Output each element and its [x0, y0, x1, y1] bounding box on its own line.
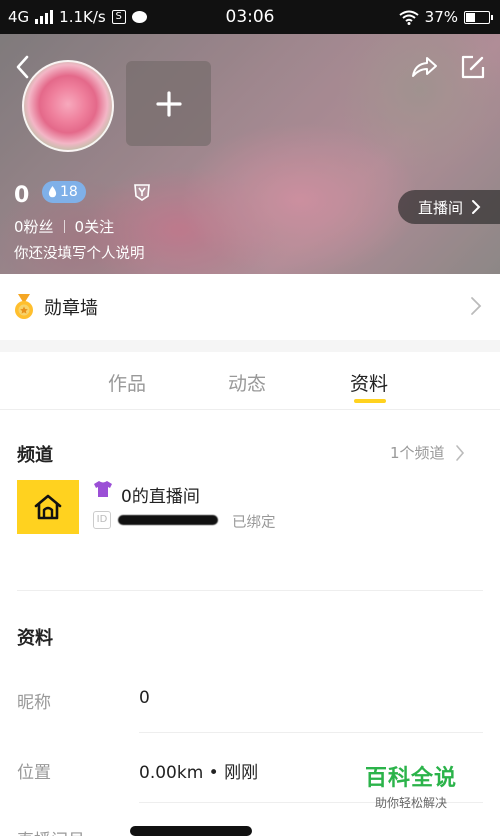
- live-room-label: 直播间: [418, 198, 464, 217]
- username: 0: [14, 183, 30, 208]
- add-photo-button[interactable]: [126, 61, 211, 146]
- watermark-main: 百科全说: [364, 766, 457, 791]
- watermark-sub: 助你轻松解决: [374, 796, 447, 810]
- chevron-right-icon: [472, 200, 481, 214]
- bio-text[interactable]: 你还没填写个人说明: [14, 242, 145, 263]
- share-icon[interactable]: [410, 54, 438, 80]
- follow-stats: 0粉丝 0关注: [14, 216, 114, 237]
- fans-count[interactable]: 0粉丝: [14, 216, 54, 237]
- level-badge: 18: [42, 181, 86, 203]
- wifi-icon: [399, 10, 419, 25]
- edit-icon[interactable]: [460, 54, 486, 80]
- status-bar: 4G 1.1K/s S 03:06 37%: [0, 0, 500, 34]
- level-value: 18: [60, 184, 78, 200]
- battery-percent: 37%: [424, 8, 458, 26]
- plus-icon: [155, 90, 182, 117]
- following-count[interactable]: 0关注: [75, 216, 115, 237]
- avatar[interactable]: [22, 60, 114, 152]
- battery-icon: [464, 10, 493, 24]
- level-drop-icon: [48, 186, 57, 198]
- stats-divider: [63, 220, 65, 233]
- y-shield-icon: [134, 184, 150, 201]
- live-room-button[interactable]: 直播间: [398, 190, 500, 224]
- watermark: 百科全说 助你轻松解决: [356, 760, 466, 811]
